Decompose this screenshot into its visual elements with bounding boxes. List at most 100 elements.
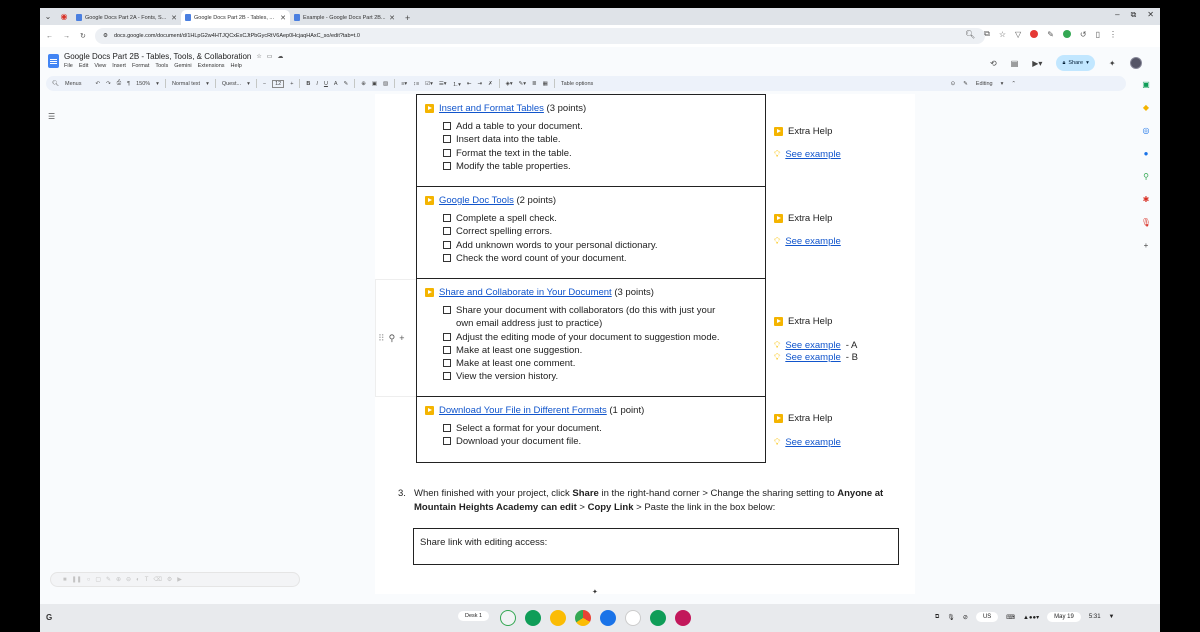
contacts-icon[interactable]: ●	[1144, 149, 1149, 158]
list-item[interactable]: Download your document file.	[443, 435, 757, 448]
list-item[interactable]: Make at least one comment.	[443, 357, 757, 370]
phone-app-icon[interactable]	[500, 610, 516, 626]
pen-icon[interactable]: ✎	[1047, 30, 1054, 39]
list-item[interactable]: View the version history.	[443, 370, 757, 383]
back-icon[interactable]: ←	[46, 33, 53, 40]
version-history-icon[interactable]: ⟲	[990, 59, 997, 68]
restore-icon[interactable]: ⧉	[1131, 10, 1137, 20]
numbered-list-icon[interactable]: ⒈▾	[453, 80, 461, 88]
pin-icon[interactable]: ⚲	[389, 333, 396, 344]
highlight-icon[interactable]: ✎	[344, 81, 349, 87]
pause-icon[interactable]: ❚❚	[72, 576, 82, 583]
checkbox[interactable]	[443, 227, 451, 236]
checkbox[interactable]	[443, 135, 451, 144]
table-options-button[interactable]: Table options	[561, 81, 593, 87]
eraser-icon[interactable]: ⌫	[153, 576, 161, 583]
text-color-icon[interactable]: A	[334, 81, 338, 87]
checkbox[interactable]	[443, 253, 451, 262]
list-item[interactable]: Format the text in the table.	[443, 147, 757, 160]
tab-search-icon[interactable]: ⌄	[40, 8, 56, 25]
new-tab-button[interactable]: +	[399, 10, 416, 25]
comment-icon[interactable]: ▣	[372, 81, 377, 87]
see-example-link[interactable]: See example	[785, 437, 840, 448]
editing-mode-icon[interactable]: ✎	[963, 81, 968, 87]
paint-format-icon[interactable]: ¶	[127, 81, 130, 87]
dnd-icon[interactable]: ⊘	[963, 614, 968, 621]
checkbox[interactable]	[443, 437, 451, 446]
menus-search[interactable]: Menus	[65, 81, 82, 87]
list-item[interactable]: Insert data into the table.	[443, 133, 757, 146]
keep-app-icon[interactable]	[550, 610, 566, 626]
locale-indicator[interactable]: US	[975, 612, 999, 622]
keyboard-icon[interactable]: ⌨	[1006, 614, 1015, 621]
extra-help[interactable]: Extra Help	[774, 125, 841, 137]
menu-tools[interactable]: Tools	[155, 63, 168, 69]
tab-example[interactable]: Example - Google Docs Part 2B... ✕	[290, 10, 399, 25]
checkbox[interactable]	[443, 214, 451, 222]
list-item[interactable]: Modify the table properties.	[443, 160, 757, 173]
task-cell[interactable]: Google Doc Tools (2 points) Complete a s…	[417, 187, 765, 265]
list-item-continuation[interactable]: own email address just to practice)	[443, 317, 757, 330]
spotlight-icon[interactable]: ◐	[136, 577, 140, 583]
date-display[interactable]: May 19	[1047, 612, 1081, 622]
task-cell[interactable]: Insert and Format Tables (3 points) Add …	[417, 95, 765, 173]
move-folder-icon[interactable]: ▭	[267, 53, 273, 60]
chrome-app-icon[interactable]	[575, 610, 591, 626]
print-icon[interactable]: ⎙	[117, 80, 121, 87]
list-item[interactable]: Adjust the editing mode of your document…	[443, 331, 757, 344]
comments-icon[interactable]: ▤	[1011, 59, 1019, 68]
tab-docs-2a[interactable]: Google Docs Part 2A - Fonts, S... ✕	[72, 10, 181, 25]
increase-font-icon[interactable]: +	[290, 81, 293, 87]
menu-insert[interactable]: Insert	[112, 63, 126, 69]
extra-help[interactable]: Extra Help	[774, 412, 841, 424]
menu-file[interactable]: File	[64, 63, 73, 69]
pen-icon[interactable]: ✎	[106, 576, 111, 583]
add-row-icon[interactable]: +	[399, 333, 404, 344]
list-item[interactable]: Correct spelling errors.	[443, 225, 757, 238]
task-link[interactable]: Insert and Format Tables	[439, 103, 544, 114]
sheets-icon[interactable]: ▣	[1142, 80, 1150, 89]
checkbox[interactable]	[443, 359, 451, 368]
checkbox[interactable]	[443, 122, 451, 130]
circle-icon[interactable]: ○	[87, 577, 91, 583]
search-menus-icon[interactable]: 🔍︎	[52, 81, 59, 87]
see-example-link[interactable]: See example	[785, 236, 840, 247]
menu-gemini[interactable]: Gemini	[174, 63, 191, 69]
close-icon[interactable]: ✕	[280, 14, 286, 22]
star-icon[interactable]: ☆	[256, 53, 261, 60]
minimize-icon[interactable]: –	[1115, 10, 1119, 20]
list-item[interactable]: Add a table to your document.	[443, 120, 757, 133]
time-display[interactable]: 5:31	[1089, 614, 1101, 620]
link-icon[interactable]: ⊕	[361, 81, 366, 87]
close-icon[interactable]: ✕	[171, 14, 177, 22]
close-window-icon[interactable]: ✕	[1147, 10, 1154, 20]
extra-help[interactable]: Extra Help	[774, 212, 841, 224]
microphone-icon[interactable]: 🎙︎	[947, 614, 955, 621]
task-link[interactable]: Download Your File in Different Formats	[439, 405, 607, 416]
checkbox[interactable]	[443, 372, 451, 381]
add-panel-icon[interactable]: +	[1144, 241, 1149, 250]
classroom-app-icon[interactable]	[525, 610, 541, 626]
bullet-list-icon[interactable]: ☰▾	[439, 81, 447, 87]
zoom-select[interactable]: 150%	[136, 81, 150, 87]
forward-icon[interactable]: →	[63, 33, 70, 40]
cloud-status-icon[interactable]: ☁	[277, 53, 283, 60]
desk-button[interactable]: Desk 1	[458, 611, 490, 621]
style-select[interactable]: Normal text	[172, 81, 200, 87]
files-app-icon[interactable]	[600, 610, 616, 626]
share-link-box[interactable]: Share link with editing access:	[413, 528, 899, 565]
bookmark-star-icon[interactable]: ☆	[999, 30, 1006, 39]
record-icon[interactable]: ◉	[56, 8, 72, 25]
maps-icon[interactable]: ⚲	[1143, 172, 1149, 181]
keep-icon[interactable]: ◆	[1143, 103, 1149, 112]
collapse-toolbar-icon[interactable]: ⌃	[1011, 81, 1016, 87]
menu-format[interactable]: Format	[132, 63, 149, 69]
tablet-icon[interactable]: ▯	[1096, 30, 1100, 39]
see-example-link[interactable]: See example	[785, 149, 840, 160]
screencast-app-icon[interactable]	[675, 610, 691, 626]
font-size-input[interactable]: 12	[272, 79, 285, 88]
editing-mode-select[interactable]: Editing	[976, 81, 993, 87]
checkbox[interactable]	[443, 148, 451, 157]
clear-format-icon[interactable]: ✗	[488, 81, 493, 87]
meet-icon[interactable]: ▶▾	[1032, 59, 1042, 68]
